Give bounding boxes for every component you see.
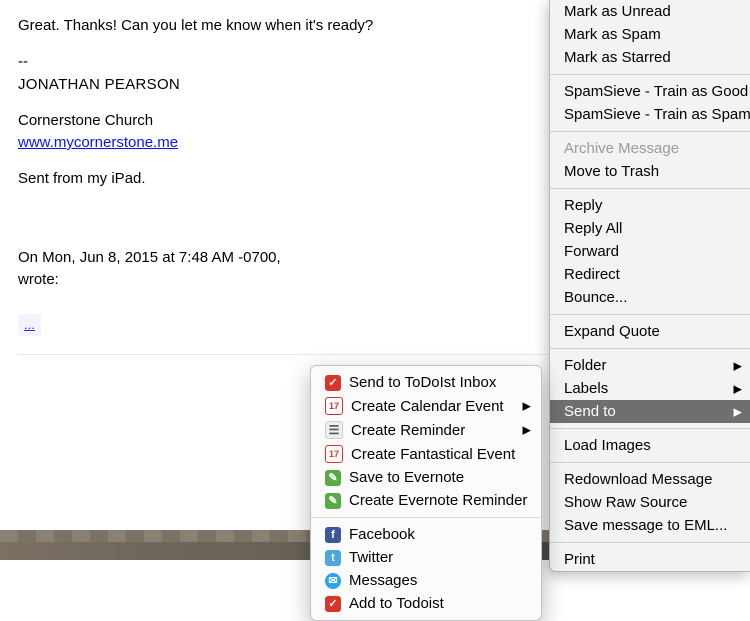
submenu-arrow-icon: ▶ bbox=[523, 400, 531, 413]
menu-separator bbox=[550, 428, 750, 429]
menu-separator bbox=[550, 542, 750, 543]
menu-separator bbox=[550, 462, 750, 463]
menu-separator bbox=[550, 131, 750, 132]
menu-archive: Archive Message bbox=[550, 137, 750, 160]
submenu-separator bbox=[311, 517, 541, 518]
menu-mark-starred[interactable]: Mark as Starred bbox=[550, 46, 750, 69]
twitter-icon: t bbox=[325, 550, 341, 566]
reminder-icon: ☰ bbox=[325, 421, 343, 439]
evernote-icon: ✎ bbox=[325, 493, 341, 509]
menu-reply-all[interactable]: Reply All bbox=[550, 217, 750, 240]
menu-save-eml[interactable]: Save message to EML... bbox=[550, 514, 750, 537]
menu-redirect[interactable]: Redirect bbox=[550, 263, 750, 286]
menu-trash[interactable]: Move to Trash bbox=[550, 160, 750, 183]
menu-raw-source[interactable]: Show Raw Source bbox=[550, 491, 750, 514]
facebook-icon: f bbox=[325, 527, 341, 543]
menu-mark-spam[interactable]: Mark as Spam bbox=[550, 23, 750, 46]
submenu-fantastical[interactable]: 17Create Fantastical Event bbox=[311, 442, 541, 466]
evernote-icon: ✎ bbox=[325, 470, 341, 486]
menu-load-images[interactable]: Load Images bbox=[550, 434, 750, 457]
submenu-twitter[interactable]: tTwitter bbox=[311, 546, 541, 569]
submenu-reminder[interactable]: ☰Create Reminder▶ bbox=[311, 418, 541, 442]
submenu-calendar[interactable]: 17Create Calendar Event▶ bbox=[311, 394, 541, 418]
submenu-facebook[interactable]: fFacebook bbox=[311, 523, 541, 546]
messages-icon: ✉ bbox=[325, 573, 341, 589]
menu-mark-unread[interactable]: Mark as Unread bbox=[550, 0, 750, 23]
context-menu[interactable]: Mark as Unread Mark as Spam Mark as Star… bbox=[549, 0, 750, 572]
menu-separator bbox=[550, 348, 750, 349]
menu-expand-quote[interactable]: Expand Quote bbox=[550, 320, 750, 343]
menu-bounce[interactable]: Bounce... bbox=[550, 286, 750, 309]
submenu-evernote-reminder[interactable]: ✎Create Evernote Reminder bbox=[311, 489, 541, 512]
fantastical-icon: 17 bbox=[325, 445, 343, 463]
submenu-add-todoist[interactable]: ✓Add to Todoist bbox=[311, 592, 541, 615]
submenu-arrow-icon: ▶ bbox=[734, 359, 742, 372]
menu-separator bbox=[550, 314, 750, 315]
menu-redownload[interactable]: Redownload Message bbox=[550, 468, 750, 491]
submenu-todoist-inbox[interactable]: ✓Send to ToDoIst Inbox bbox=[311, 371, 541, 394]
submenu-arrow-icon: ▶ bbox=[734, 382, 742, 395]
signature-link[interactable]: www.mycornerstone.me bbox=[18, 134, 178, 151]
submenu-arrow-icon: ▶ bbox=[734, 405, 742, 418]
menu-separator bbox=[550, 188, 750, 189]
menu-spamsieve-good[interactable]: SpamSieve - Train as Good bbox=[550, 80, 750, 103]
submenu-arrow-icon: ▶ bbox=[523, 424, 531, 437]
send-to-submenu[interactable]: ✓Send to ToDoIst Inbox 17Create Calendar… bbox=[310, 365, 542, 621]
menu-spamsieve-spam[interactable]: SpamSieve - Train as Spam bbox=[550, 103, 750, 126]
menu-forward[interactable]: Forward bbox=[550, 240, 750, 263]
menu-send-to[interactable]: Send to▶ bbox=[550, 400, 750, 423]
submenu-evernote[interactable]: ✎Save to Evernote bbox=[311, 466, 541, 489]
todoist-icon: ✓ bbox=[325, 596, 341, 612]
calendar-icon: 17 bbox=[325, 397, 343, 415]
submenu-messages[interactable]: ✉Messages bbox=[311, 569, 541, 592]
expand-quote-toggle[interactable]: ... bbox=[18, 314, 41, 336]
menu-reply[interactable]: Reply bbox=[550, 194, 750, 217]
todoist-icon: ✓ bbox=[325, 375, 341, 391]
menu-folder[interactable]: Folder▶ bbox=[550, 354, 750, 377]
menu-separator bbox=[550, 74, 750, 75]
menu-labels[interactable]: Labels▶ bbox=[550, 377, 750, 400]
